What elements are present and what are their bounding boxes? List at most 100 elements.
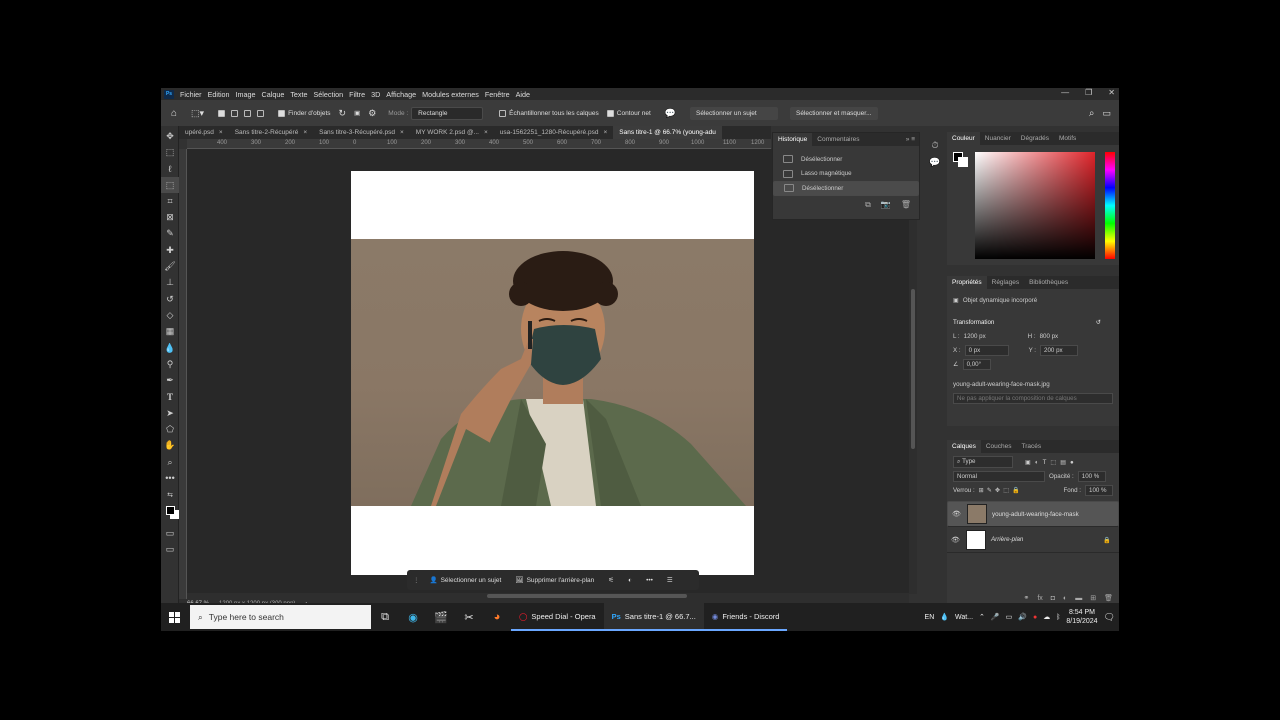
menu-aide[interactable]: Aide [516, 90, 530, 99]
document-tab[interactable]: Sans titre-3-Récupéré.psd × [313, 129, 410, 136]
history-panel-icon[interactable]: ⏱ [926, 140, 944, 151]
settings-gear-icon[interactable]: ⚙ [368, 108, 376, 119]
add-mask-icon[interactable]: ◘ [1051, 595, 1055, 602]
adjustment-layer-icon[interactable]: ◐ [1063, 595, 1067, 602]
minimize-icon[interactable]: — [1061, 88, 1069, 97]
color-picker-field[interactable] [975, 152, 1095, 259]
history-item[interactable]: Lasso magnétique [773, 167, 919, 182]
document-tab[interactable]: MY WORK 2.psd @... × [410, 129, 494, 136]
menu-selection[interactable]: Sélection [314, 90, 344, 99]
menu-image[interactable]: Image [236, 90, 256, 99]
document-tab[interactable]: upéré.psd × [179, 129, 229, 136]
notification-icon[interactable]: 🗨 [1104, 612, 1115, 623]
weather-label[interactable]: Wat... [955, 614, 973, 621]
lock-icons[interactable]: ⊞✎✥⬚🔒 [979, 486, 1023, 494]
object-selection-tool-icon[interactable]: ⬚ [161, 176, 179, 194]
layer-comp-select[interactable]: Ne pas appliquer la composition de calqu… [953, 392, 1113, 404]
delete-layer-icon[interactable]: 🗑 [1104, 594, 1113, 602]
menu-3d[interactable]: 3D [371, 90, 380, 99]
windows-start-icon[interactable] [161, 611, 187, 623]
menu-calque[interactable]: Calque [262, 90, 285, 99]
pen-tool-icon[interactable]: ✒ [161, 372, 179, 388]
finder-checkbox[interactable]: Finder d'objets [278, 109, 331, 117]
microphone-icon[interactable]: 🎤 [991, 613, 1000, 621]
history-item[interactable] [773, 146, 919, 152]
document-tab-active[interactable]: Sans titre-1 @ 66.7% (young-adu [613, 126, 722, 139]
lasso-tool-icon[interactable]: ℓ [161, 161, 179, 177]
menu-fichier[interactable]: Fichier [180, 90, 202, 99]
brush-tool-icon[interactable]: 🖌 [161, 258, 179, 274]
menu-filtre[interactable]: Filtre [349, 90, 365, 99]
search-icon[interactable]: ⌕ [1089, 108, 1095, 119]
ctx-more-icon[interactable]: ••• [642, 577, 657, 584]
menu-affichage[interactable]: Affichage [386, 90, 416, 99]
hue-slider[interactable] [1105, 152, 1115, 259]
swap-colors-icon[interactable]: ⇆ [161, 487, 179, 503]
camera-icon[interactable]: 📷 [881, 200, 891, 210]
comments-panel-icon[interactable]: 💬 [926, 157, 944, 168]
document-canvas[interactable] [351, 171, 754, 575]
history-item[interactable]: Désélectionner [773, 181, 919, 196]
fx-icon[interactable]: fx [1037, 595, 1042, 602]
ctx-select-subject-button[interactable]: 👤 Sélectionner un sujet [426, 576, 506, 585]
screen-mode-icon[interactable]: ▭ [161, 541, 179, 557]
mode-select[interactable]: Rectangle [411, 106, 484, 120]
menu-edition[interactable]: Edition [208, 90, 230, 99]
ctx-settings-icon[interactable]: ☰ [663, 576, 677, 584]
sample-all-checkbox[interactable]: Échantillonner tous les calques [499, 109, 599, 117]
clapper-icon[interactable]: 🎬 [427, 603, 455, 631]
type-tool-icon[interactable]: T [161, 389, 179, 405]
history-item[interactable]: Désélectionner [773, 152, 919, 167]
menu-texte[interactable]: Texte [290, 90, 307, 99]
visibility-eye-icon[interactable]: 👁 [951, 536, 961, 544]
eraser-tool-icon[interactable]: ◇ [161, 307, 179, 323]
taskbar-app-discord[interactable]: ◉ Friends - Discord [703, 603, 788, 631]
tab-close-icon[interactable]: × [400, 129, 404, 136]
x-field[interactable]: 0 px [964, 344, 1009, 356]
tab-close-icon[interactable]: × [303, 129, 307, 136]
chat-icon[interactable]: 💬 [665, 108, 676, 119]
color-swatches-icon[interactable] [161, 503, 179, 519]
tab-close-icon[interactable]: × [603, 129, 607, 136]
contour-checkbox[interactable]: Contour net [606, 109, 651, 117]
edge-icon[interactable]: ◉ [399, 603, 427, 631]
visibility-eye-icon[interactable]: 👁 [952, 510, 962, 518]
opacity-field[interactable]: 100 % [1077, 470, 1106, 482]
select-subject-button[interactable]: Sélectionner un sujet [689, 106, 778, 120]
clock[interactable]: 8:54 PM 8/19/2024 [1066, 608, 1097, 626]
tool-preset-icon[interactable]: ⬚▾ [191, 108, 204, 119]
restore-icon[interactable]: ❐ [1085, 88, 1092, 97]
tray-chevron-icon[interactable]: ⌃ [979, 613, 985, 621]
tab-couches[interactable]: Couches [981, 440, 1017, 453]
width-field[interactable]: 1200 px [964, 333, 1024, 340]
dodge-tool-icon[interactable]: ⚲ [161, 356, 179, 372]
tab-historique[interactable]: Historique [773, 133, 813, 146]
history-brush-icon[interactable]: ↺ [161, 291, 179, 307]
background-color-swatch[interactable] [958, 157, 968, 167]
tab-close-icon[interactable]: × [484, 129, 488, 136]
network-icon[interactable]: ▭ [1006, 613, 1013, 621]
tab-commentaires[interactable]: Commentaires [812, 133, 864, 146]
workspace-icon[interactable]: ▭ [1102, 108, 1111, 119]
home-icon[interactable]: ⌂ [171, 108, 177, 119]
layer-name[interactable]: young-adult-wearing-face-mask [992, 511, 1079, 518]
capcut-icon[interactable]: ✂ [455, 603, 483, 631]
selection-mode-icons[interactable] [218, 109, 265, 117]
marquee-tool-icon[interactable]: ⬚ [161, 144, 179, 160]
hand-tool-icon[interactable]: ✋ [161, 438, 179, 454]
bluetooth-icon[interactable]: ᛒ [1056, 614, 1060, 621]
new-layer-icon[interactable]: ⊞ [1090, 594, 1096, 602]
layer-filter-select[interactable]: ⌕ Type [953, 456, 1013, 468]
tab-close-icon[interactable]: × [219, 129, 223, 136]
task-view-icon[interactable]: ⧉ [371, 603, 399, 631]
select-and-mask-button[interactable]: Sélectionner et masquer... [789, 106, 878, 120]
blend-mode-select[interactable]: Normal [953, 470, 1045, 482]
filter-icons[interactable]: ▣◐T⬚▤● [1025, 459, 1078, 466]
recording-icon[interactable]: ● [1033, 614, 1037, 621]
move-tool-icon[interactable]: ✥ [161, 128, 179, 144]
trash-icon[interactable]: 🗑 [901, 200, 911, 210]
ctx-remove-background-button[interactable]: 🖼 Supprimer l'arrière-plan [511, 576, 598, 585]
angle-field[interactable]: 0,00° [962, 358, 991, 370]
panel-menu-icon[interactable]: » ≡ [906, 136, 919, 143]
fill-field[interactable]: 100 % [1085, 484, 1113, 496]
